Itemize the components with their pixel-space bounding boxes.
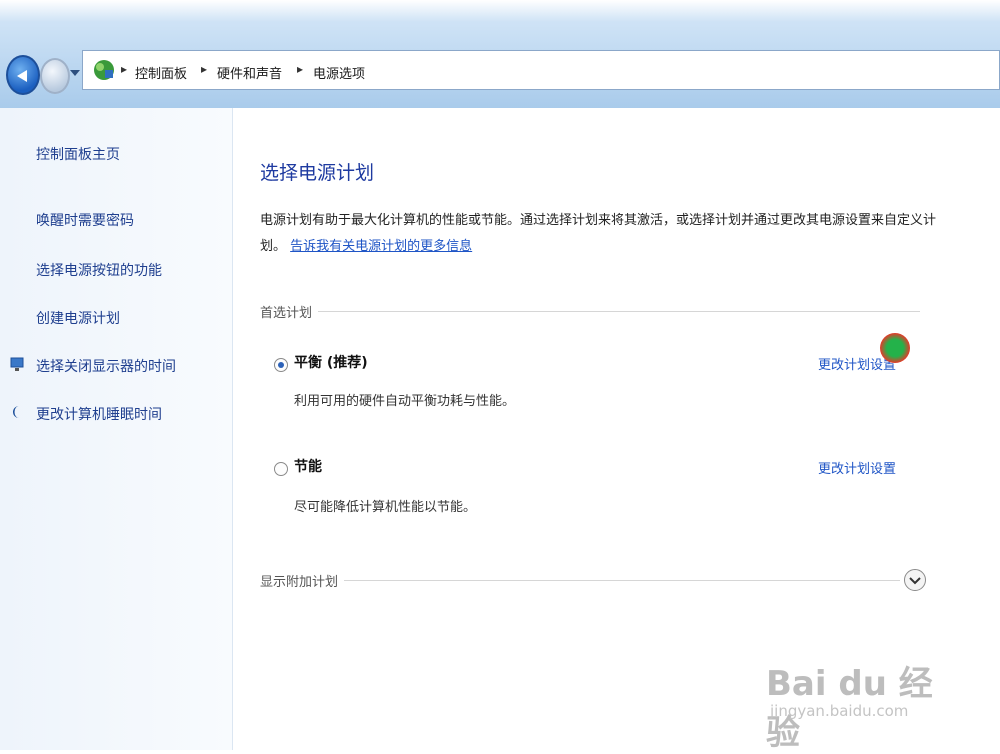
plan-name-power-saver: 节能 bbox=[294, 459, 322, 475]
breadcrumb-power-options[interactable]: 电源选项 bbox=[313, 63, 365, 82]
left-nav-link-create-plan[interactable]: 创建电源计划 bbox=[36, 308, 120, 328]
breadcrumb-separator: ▸ bbox=[201, 62, 208, 76]
left-nav-link-power-button[interactable]: 选择电源按钮的功能 bbox=[36, 260, 162, 280]
chevron-down-icon[interactable] bbox=[904, 569, 926, 591]
left-nav-pane: 控制面板主页 唤醒时需要密码 选择电源按钮的功能 创建电源计划 选择关闭显示器的… bbox=[0, 108, 233, 750]
left-nav-link-sleep-time[interactable]: 更改计算机睡眠时间 bbox=[36, 404, 162, 424]
breadcrumb-separator: ▸ bbox=[297, 62, 304, 76]
back-arrow-icon[interactable] bbox=[6, 55, 40, 95]
plan-name-balanced: 平衡 (推荐) bbox=[294, 355, 368, 371]
control-panel-icon bbox=[94, 60, 114, 80]
breadcrumb-control-panel[interactable]: 控制面板 bbox=[135, 63, 187, 82]
page-description: 电源计划有助于最大化计算机的性能或节能。通过选择计划来将其激活，或选择计划并通过… bbox=[260, 208, 960, 260]
left-nav-link-display-off[interactable]: 选择关闭显示器的时间 bbox=[36, 356, 176, 376]
breadcrumb-separator: ▸ bbox=[121, 62, 128, 76]
title-bar: ▸ 控制面板 ▸ 硬件和声音 ▸ 电源选项 bbox=[0, 0, 1000, 108]
watermark-url: jingyan.baidu.com bbox=[770, 702, 909, 720]
page-title: 选择电源计划 bbox=[260, 162, 375, 184]
show-additional-plans-heading[interactable]: 显示附加计划 bbox=[260, 571, 345, 590]
description-help-link[interactable]: 告诉我有关电源计划的更多信息 bbox=[290, 239, 472, 254]
section-divider bbox=[260, 580, 900, 581]
address-bar[interactable]: ▸ 控制面板 ▸ 硬件和声音 ▸ 电源选项 bbox=[82, 50, 1000, 90]
left-nav-home-link[interactable]: 控制面板主页 bbox=[36, 144, 120, 164]
plan-desc-power-saver: 尽可能降低计算机性能以节能。 bbox=[294, 500, 477, 515]
recent-pages-dropdown-icon[interactable] bbox=[70, 70, 80, 76]
cursor-highlight-icon bbox=[880, 333, 910, 363]
left-nav-link-password[interactable]: 唤醒时需要密码 bbox=[36, 210, 134, 230]
plan-radio-balanced[interactable] bbox=[274, 358, 288, 372]
section-divider bbox=[260, 311, 920, 312]
monitor-icon bbox=[10, 357, 24, 371]
plan-desc-balanced: 利用可用的硬件自动平衡功耗与性能。 bbox=[294, 394, 516, 409]
breadcrumb-hardware-sound[interactable]: 硬件和声音 bbox=[217, 63, 282, 82]
moon-icon bbox=[13, 406, 19, 418]
change-plan-settings-link-power-saver[interactable]: 更改计划设置 bbox=[818, 458, 896, 477]
plan-radio-power-saver[interactable] bbox=[274, 462, 288, 476]
watermark: Bai du 经验 jingyan.baidu.com bbox=[766, 640, 966, 753]
forward-arrow-icon[interactable] bbox=[40, 58, 70, 94]
preferred-plans-heading: 首选计划 bbox=[260, 302, 319, 321]
